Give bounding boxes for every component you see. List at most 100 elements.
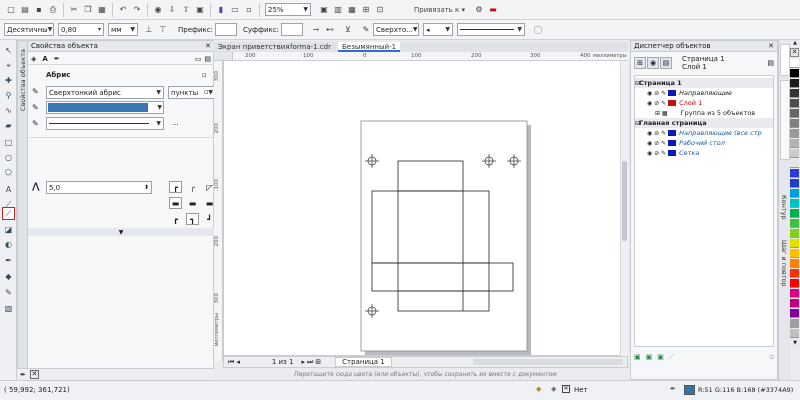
snap-icon[interactable]: ⊡ <box>373 3 387 17</box>
palette-swatch[interactable] <box>790 109 799 118</box>
palette-swatch[interactable] <box>790 209 799 218</box>
transparency-tool-icon[interactable]: ◐ <box>2 238 15 251</box>
palette-swatch[interactable] <box>790 259 799 268</box>
units-mode-select[interactable]: Десятичны ▼ <box>4 23 54 36</box>
palette-swatch[interactable] <box>790 219 799 228</box>
horizontal-scrollbar[interactable] <box>473 359 623 365</box>
om-new-layer-icon[interactable]: ▣ <box>634 353 641 361</box>
om-close-icon[interactable]: ✕ <box>768 42 774 50</box>
side-tab-step-repeat[interactable]: Шаг и повтор <box>780 240 788 287</box>
palette-swatch[interactable] <box>790 269 799 278</box>
palette-scroll-up[interactable]: ▲ <box>790 40 800 46</box>
palette-swatch[interactable] <box>790 179 799 188</box>
palette-swatch[interactable] <box>790 319 799 328</box>
save-icon[interactable]: ▪ <box>32 3 46 17</box>
om-layer-visibility-icons[interactable]: ◉ ⊘ ✎ <box>647 130 666 137</box>
dimension-style-icon[interactable]: ⊥ <box>142 23 156 37</box>
palette-swatch[interactable] <box>790 169 799 178</box>
palette-swatch[interactable] <box>790 309 799 318</box>
om-move-icon[interactable]: ⟋ <box>669 353 674 362</box>
om-edit-across-layers-icon[interactable]: ◉ <box>647 57 659 69</box>
horizontal-ruler[interactable]: 200 100 0 100 200 300 400 миллиметры <box>233 52 628 61</box>
welcome-screen-icon[interactable]: ▭ <box>228 3 242 17</box>
undo-icon[interactable]: ↶ <box>116 3 130 17</box>
rectangle-tool-icon[interactable]: □ <box>2 136 15 149</box>
position-center-button[interactable]: ┓ <box>186 213 199 225</box>
document-palette-hint[interactable]: Перетащите сюда цвета (или объекты), что… <box>223 369 628 379</box>
print-icon[interactable]: ⎙ <box>46 3 60 17</box>
om-tree-row[interactable]: ⊟ Главная страница <box>635 118 773 128</box>
first-page-icon[interactable]: ⏮ <box>228 358 234 367</box>
tab-welcome[interactable]: Экран приветствия <box>214 42 294 52</box>
polygon-tool-icon[interactable]: ⬠ <box>2 166 15 179</box>
ruler-corner[interactable] <box>214 52 233 61</box>
ellipse-tool-icon[interactable]: ○ <box>2 151 15 164</box>
publish-pdf-icon[interactable]: ▣ <box>193 3 207 17</box>
outline-tab-icon[interactable]: ✒ <box>54 55 60 63</box>
tab-forma[interactable]: forma-1.cdr <box>286 42 335 52</box>
snap-to-dropdown[interactable]: Привязать к ▾ <box>411 3 468 17</box>
palette-swatch[interactable] <box>790 289 799 298</box>
om-tree-row[interactable]: ◉ ⊘ ✎ Направляющие <box>635 88 773 98</box>
om-new-master-all-icon[interactable]: ▣ <box>657 353 664 361</box>
palette-swatch[interactable] <box>790 199 799 208</box>
rulers-icon[interactable]: ▥ <box>331 3 345 17</box>
suffix-input[interactable] <box>280 23 303 36</box>
outline-pen-icon[interactable]: ✎ <box>359 23 373 37</box>
palette-swatch[interactable] <box>790 129 799 138</box>
om-tree-row[interactable]: ◉ ⊘ ✎ Слой 1 <box>635 98 773 108</box>
interactive-fill-icon[interactable]: ◆ <box>2 270 15 283</box>
grid-icon[interactable]: ▦ <box>345 3 359 17</box>
om-new-master-layer-icon[interactable]: ▣ <box>646 353 653 361</box>
crop-tool-icon[interactable]: ✚ <box>2 74 15 87</box>
value-spinner[interactable]: 0,80 ▾ <box>58 23 104 36</box>
copy-icon[interactable]: ❐ <box>81 3 95 17</box>
om-show-properties-icon[interactable]: ⊞ <box>634 57 646 69</box>
last-page-icon[interactable]: ⏭ <box>307 358 313 367</box>
palette-swatch[interactable] <box>790 59 799 68</box>
om-tree-row[interactable]: ◉ ⊘ ✎ Рабочий стол <box>635 138 773 148</box>
corner-miter-button[interactable]: ┏ <box>169 181 182 193</box>
om-layer-visibility-icons[interactable]: ⊞ ▦ <box>655 110 668 117</box>
panel-menu-icon[interactable]: ▤ <box>204 55 211 63</box>
palette-swatch[interactable] <box>790 119 799 128</box>
palette-swatch[interactable] <box>790 329 799 338</box>
no-fill-small-icon[interactable]: ✕ <box>29 370 39 379</box>
palette-swatch[interactable] <box>790 239 799 248</box>
palette-swatch[interactable] <box>790 189 799 198</box>
full-screen-icon[interactable]: ▣ <box>317 3 331 17</box>
cap-square-button[interactable]: ▬ <box>169 197 182 209</box>
more-options-circle-icon[interactable]: ◯ <box>531 23 545 37</box>
line-style-prop-select[interactable]: ▼ <box>46 117 164 130</box>
om-tree-row[interactable]: ⊟ Страница 1 <box>635 78 773 88</box>
palette-swatch[interactable] <box>790 89 799 98</box>
om-options-icon[interactable]: ▤ <box>767 59 774 67</box>
palette-swatch[interactable] <box>790 279 799 288</box>
side-tab-properties[interactable] <box>780 44 790 76</box>
palette-swatch[interactable] <box>790 69 799 78</box>
zoom-tool-icon[interactable]: ⚲ <box>2 89 15 102</box>
cap-round-button[interactable]: ▬ <box>186 197 199 209</box>
fill-tab-icon[interactable]: ◈ <box>31 55 36 63</box>
next-page-icon[interactable]: ▸ <box>301 358 305 366</box>
freehand-tool-icon[interactable]: ∿ <box>2 104 15 117</box>
palette-swatch[interactable] <box>790 249 799 258</box>
cut-icon[interactable]: ✂ <box>67 3 81 17</box>
shape-tool-icon[interactable]: ⌖ <box>2 59 15 72</box>
om-tree-row[interactable]: ◉ ⊘ ✎ Сетка <box>635 148 773 158</box>
panel-close-icon[interactable]: ✕ <box>205 42 211 50</box>
palette-swatch[interactable] <box>790 99 799 108</box>
import-icon[interactable]: ⇩ <box>165 3 179 17</box>
outline-style-select[interactable]: Сверхто... ▼ <box>372 23 419 36</box>
interactive-drop-shadow-icon[interactable]: ◪ <box>2 223 15 236</box>
tab-untitled[interactable]: Безымянный-1 <box>338 42 401 52</box>
vertical-scrollbar[interactable] <box>620 61 628 356</box>
redo-icon[interactable]: ↷ <box>130 3 144 17</box>
palette-swatch[interactable] <box>790 79 799 88</box>
launch-dropdown-icon[interactable]: ▬ <box>486 3 500 17</box>
outline-width-select[interactable]: Сверхтонкий абрис ▼ <box>46 86 164 99</box>
side-tab-contour[interactable]: Контур <box>780 195 788 220</box>
fill-tool-icon[interactable]: ▧ <box>2 302 15 315</box>
vertical-tab-properties[interactable]: Свойства объекта <box>18 41 28 379</box>
units-select[interactable]: мм ▼ <box>108 23 138 36</box>
